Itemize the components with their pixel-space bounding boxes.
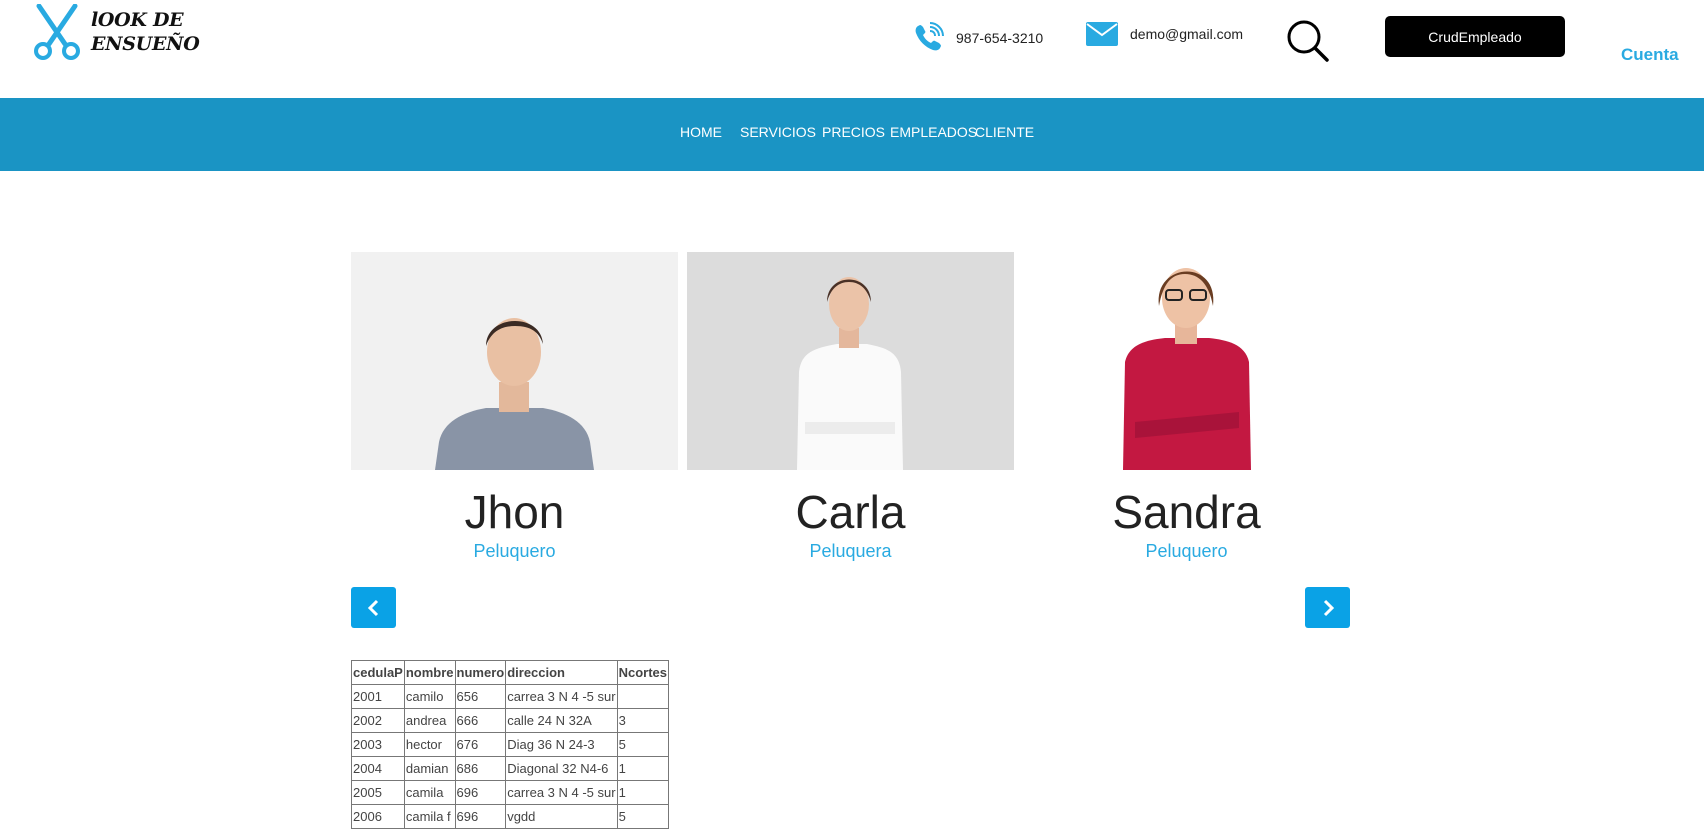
table-cell: 686	[454, 756, 507, 781]
nav-home[interactable]: HOME	[680, 124, 722, 140]
main-nav: HOME SERVICIOS PRECIOS EMPLEADOS CLIENTE	[0, 98, 1704, 171]
table-row: 2004 damian 686 Diagonal 32 N4-6 1	[351, 756, 670, 781]
contact-phone: 987-654-3210	[912, 22, 1043, 54]
nav-cliente[interactable]: CLIENTE	[975, 124, 1034, 140]
mail-icon	[1086, 22, 1118, 46]
header: lOOK DE ENSUEÑO 987-654-3210 demo@gmail.…	[0, 0, 1704, 98]
chevron-right-icon	[1323, 599, 1334, 616]
table-cell: 696	[454, 804, 507, 829]
brand-name: lOOK DE ENSUEÑO	[91, 8, 200, 56]
employee-role: Peluquero	[473, 541, 556, 561]
table-cell: 2004	[351, 756, 405, 781]
table-cell: 656	[454, 684, 507, 709]
column-header: cedulaP	[351, 660, 405, 685]
employee-photo	[687, 252, 1014, 470]
table-row: 2006 camila f 696 vgdd 5	[351, 804, 670, 829]
table-cell: 1	[616, 756, 670, 781]
employee-role: Peluquera	[809, 541, 892, 561]
email-address: demo@gmail.com	[1130, 26, 1244, 42]
clients-table: cedulaP nombre numero direccion Ncortes …	[351, 660, 670, 829]
table-cell: 1	[616, 780, 670, 805]
brand-line-2: ENSUEÑO	[91, 33, 200, 55]
search-icon[interactable]	[1286, 19, 1330, 63]
employee-photo	[1023, 252, 1350, 470]
employee-carousel: Jhon Peluquero Carla Peluquera Sandra Pe…	[351, 252, 1351, 632]
table-cell: 2002	[351, 708, 405, 733]
crud-empleado-button[interactable]: CrudEmpleado	[1385, 16, 1565, 57]
table-cell: hector	[403, 732, 456, 757]
column-header: Ncortes	[616, 660, 670, 685]
phone-number: 987-654-3210	[956, 30, 1044, 46]
table-row: 2001 camilo 656 carrea 3 N 4 -5 sur	[351, 684, 670, 709]
employee-card: Jhon Peluquero	[351, 252, 678, 572]
phone-icon	[915, 22, 944, 51]
table-cell: 666	[454, 708, 507, 733]
contact-email: demo@gmail.com	[1086, 22, 1243, 46]
table-cell: calle 24 N 32A	[505, 708, 618, 733]
employee-name: Carla	[795, 486, 906, 538]
employee-card: Carla Peluquera	[687, 252, 1014, 572]
table-cell: camila f	[403, 804, 456, 829]
carousel-next-button[interactable]	[1305, 587, 1350, 628]
table-cell: carrea 3 N 4 -5 sur	[505, 684, 618, 709]
table-cell: Diag 36 N 24-3	[505, 732, 618, 757]
nav-empleados[interactable]: EMPLEADOS	[890, 124, 977, 140]
table-cell	[616, 684, 670, 709]
employee-role: Peluquero	[1145, 541, 1228, 561]
table-cell: 5	[616, 732, 670, 757]
account-link[interactable]: Cuenta	[1621, 45, 1679, 65]
table-cell: damian	[403, 756, 456, 781]
employee-name: Sandra	[1112, 486, 1261, 538]
carousel-prev-button[interactable]	[351, 587, 396, 628]
table-cell: 676	[454, 732, 507, 757]
logo[interactable]: lOOK DE ENSUEÑO	[31, 4, 211, 60]
nav-servicios[interactable]: SERVICIOS	[740, 124, 816, 140]
table-cell: 2003	[351, 732, 405, 757]
table-row: 2005 camila 696 carrea 3 N 4 -5 sur 1	[351, 780, 670, 805]
employee-photo-carla	[687, 252, 1014, 470]
table-cell: camila	[403, 780, 456, 805]
table-cell: camilo	[403, 684, 456, 709]
table-cell: 3	[616, 708, 670, 733]
table-cell: Diagonal 32 N4-6	[505, 756, 618, 781]
table-cell: 2001	[351, 684, 405, 709]
chevron-left-icon	[367, 599, 378, 616]
scissors-icon	[34, 4, 80, 60]
table-cell: andrea	[403, 708, 456, 733]
table-cell: vgdd	[505, 804, 618, 829]
employee-card: Sandra Peluquero	[1023, 252, 1350, 572]
table-cell: 5	[616, 804, 670, 829]
table-cell: 2006	[351, 804, 405, 829]
nav-precios[interactable]: PRECIOS	[822, 124, 885, 140]
column-header: nombre	[403, 660, 456, 685]
table-row: 2002 andrea 666 calle 24 N 32A 3	[351, 708, 670, 733]
table-row: 2003 hector 676 Diag 36 N 24-3 5	[351, 732, 670, 757]
table-cell: 696	[454, 780, 507, 805]
brand-line-1: lOOK DE	[91, 9, 184, 31]
table-header-row: cedulaP nombre numero direccion Ncortes	[351, 660, 670, 685]
employee-photo-jhon	[351, 252, 678, 470]
column-header: direccion	[505, 660, 618, 685]
table-cell: 2005	[351, 780, 405, 805]
table-cell: carrea 3 N 4 -5 sur	[505, 780, 618, 805]
employee-photo	[351, 252, 678, 470]
employee-photo-sandra	[1023, 252, 1350, 470]
employee-name: Jhon	[464, 486, 565, 538]
column-header: numero	[454, 660, 507, 685]
